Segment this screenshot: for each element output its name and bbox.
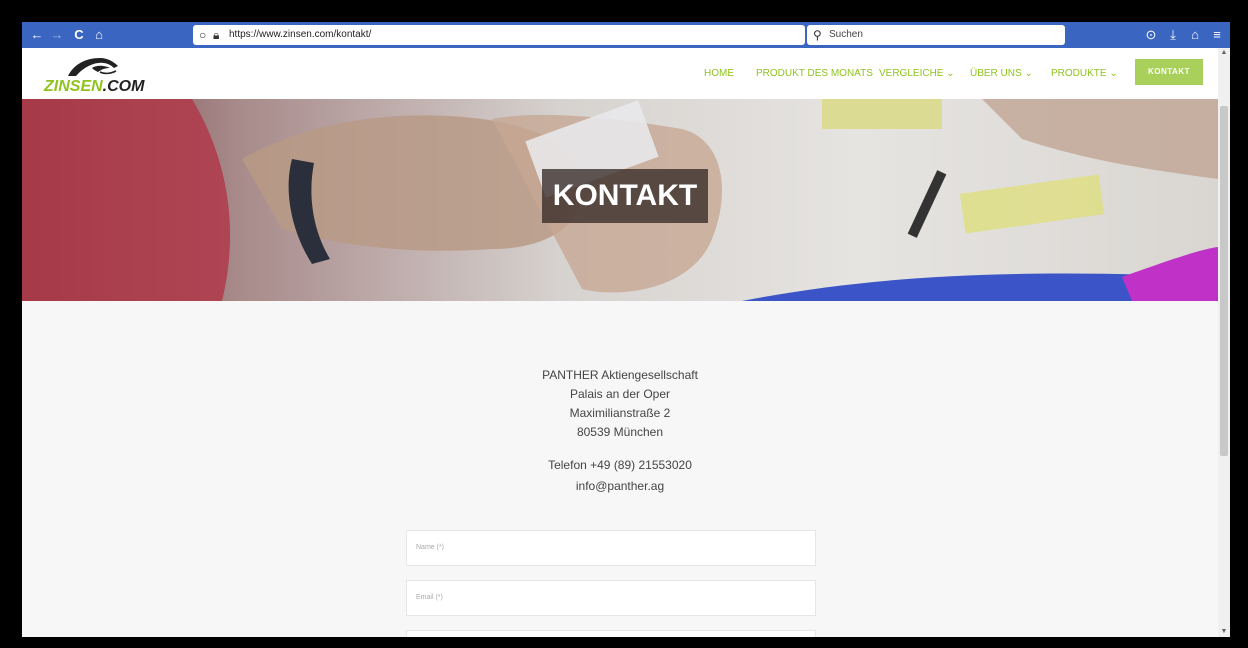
kontakt-button[interactable]: KONTAKT bbox=[1135, 59, 1203, 85]
download-icon[interactable]: ⤓ bbox=[1164, 26, 1182, 44]
nav-produkt-des-monats[interactable]: PRODUKT DES MONATS bbox=[756, 67, 873, 81]
email-placeholder: Email (*) bbox=[416, 594, 443, 601]
url-bar[interactable]: ○ 🔒︎ https://www.zinsen.com/kontakt/ bbox=[193, 25, 805, 45]
hero-title: KONTAKT bbox=[542, 169, 708, 223]
search-placeholder[interactable]: Suchen bbox=[829, 28, 863, 42]
site-logo[interactable]: ZINSEN.COM bbox=[44, 54, 144, 98]
nav-vergleiche[interactable]: VERGLEICHE ⌄ bbox=[879, 67, 955, 81]
address-city: 80539 München bbox=[576, 425, 664, 439]
name-field[interactable]: Name (*) bbox=[406, 530, 816, 566]
forward-icon[interactable]: → bbox=[48, 26, 66, 44]
address-street: Maximilianstraße 2 bbox=[569, 406, 671, 420]
hero-banner: KONTAKT bbox=[22, 99, 1218, 301]
nav-home[interactable]: HOME bbox=[704, 67, 734, 81]
url-text[interactable]: https://www.zinsen.com/kontakt/ bbox=[229, 28, 371, 42]
search-icon: ⚲ bbox=[813, 28, 822, 42]
address-company: PANTHER Aktiengesellschaft bbox=[542, 368, 698, 382]
address-email[interactable]: info@panther.ag bbox=[22, 478, 1218, 494]
next-field[interactable] bbox=[406, 630, 816, 637]
pocket-icon[interactable]: ⊙ bbox=[1142, 26, 1160, 44]
search-bar[interactable]: ⚲ Suchen bbox=[807, 25, 1065, 45]
bookmark-star-icon[interactable]: ☆ bbox=[781, 25, 793, 43]
browser-window: ← → C ⌂ ○ 🔒︎ https://www.zinsen.com/kont… bbox=[22, 22, 1230, 637]
reload-icon[interactable]: C bbox=[70, 26, 88, 44]
nav-ueber-uns[interactable]: ÜBER UNS ⌄ bbox=[970, 67, 1033, 81]
scroll-thumb[interactable] bbox=[1220, 106, 1228, 456]
menu-icon[interactable]: ≡ bbox=[1208, 26, 1226, 44]
address-phone: Telefon +49 (89) 21553020 bbox=[548, 458, 692, 472]
home-icon[interactable]: ⌂ bbox=[90, 26, 108, 44]
browser-toolbar: ← → C ⌂ ○ 🔒︎ https://www.zinsen.com/kont… bbox=[22, 22, 1230, 48]
lock-icon[interactable]: 🔒︎ bbox=[213, 27, 219, 43]
back-icon[interactable]: ← bbox=[28, 26, 46, 44]
library-icon[interactable]: ⌂ bbox=[1186, 26, 1204, 44]
shield-icon[interactable]: ○ bbox=[199, 27, 206, 43]
email-field[interactable]: Email (*) bbox=[406, 580, 816, 616]
name-placeholder: Name (*) bbox=[416, 544, 445, 551]
panther-logo-icon bbox=[68, 58, 118, 76]
site-header: ZINSEN.COM HOME PRODUKT DES MONATS VERGL… bbox=[22, 48, 1218, 99]
address-building: Palais an der Oper bbox=[569, 387, 671, 401]
scroll-down-icon[interactable]: ▼ bbox=[1218, 627, 1230, 637]
page-scrollbar[interactable]: ▲ ▼ bbox=[1218, 48, 1230, 637]
nav-produkte[interactable]: PRODUKTE ⌄ bbox=[1051, 67, 1118, 81]
logo-text: ZINSEN.COM bbox=[44, 78, 145, 95]
scroll-up-icon[interactable]: ▲ bbox=[1218, 48, 1230, 58]
